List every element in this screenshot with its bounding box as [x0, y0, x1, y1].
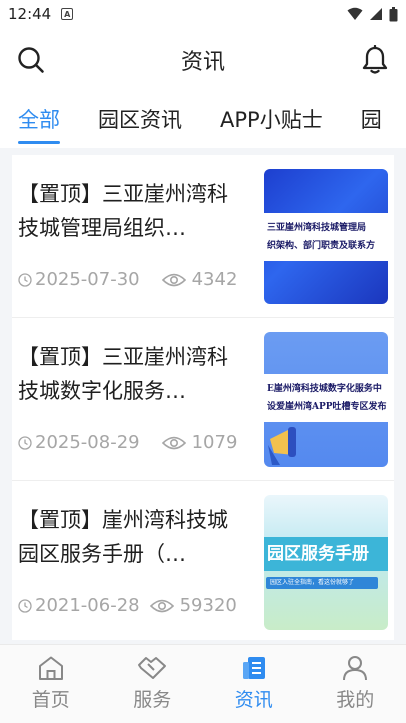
article-meta: 2021-06-28 59320: [18, 595, 237, 616]
bell-icon: [362, 45, 388, 74]
thumbnail-title: 园区服务手册: [264, 537, 388, 571]
megaphone-icon: [268, 427, 296, 465]
tab-label: 全部: [18, 108, 60, 132]
article-title: 【置顶】三亚崖州湾科技城数字化服务…: [18, 345, 228, 403]
tab-app-tips[interactable]: APP小贴士: [220, 92, 323, 148]
thumbnail-banner: E崖州湾科技城数字化服务中 设爱崖州湾APP吐槽专区发布: [264, 374, 388, 422]
search-button[interactable]: [16, 45, 46, 75]
tab-park-news[interactable]: 园区资讯: [98, 92, 182, 148]
page-title: 资讯: [180, 50, 225, 75]
nav-service[interactable]: 服务: [102, 645, 204, 723]
article-views: 1079: [161, 432, 238, 453]
home-icon: [38, 656, 63, 680]
thumbnail-text: E崖州湾科技城数字化服务中: [267, 384, 382, 394]
thumbnail-subtitle: 园区入驻全指南，看这份就够了: [266, 577, 378, 589]
article-title: 【置顶】三亚崖州湾科技城管理局组织…: [18, 182, 228, 240]
article-views: 59320: [149, 595, 237, 616]
thumbnail-text: 设爱崖州湾APP吐槽专区发布: [267, 402, 387, 412]
tab-active-indicator: [18, 141, 60, 144]
article-thumbnail: 园区服务手册 园区入驻全指南，看这份就够了: [264, 495, 388, 630]
date-text: 2021-06-28: [35, 595, 140, 616]
search-icon: [18, 47, 44, 73]
handshake-icon: [138, 657, 167, 679]
tab-park-partial[interactable]: 园: [361, 92, 382, 148]
views-text: 4342: [191, 269, 238, 290]
article-thumbnail: 三亚崖州湾科技城管理局 织架构、部门职责及联系方: [264, 169, 388, 304]
thumbnail-banner: 三亚崖州湾科技城管理局 织架构、部门职责及联系方: [264, 213, 388, 261]
nav-label: 服务: [133, 689, 172, 711]
news-icon: [242, 657, 265, 679]
article-meta: 2025-07-30 4342: [18, 269, 237, 290]
eye-icon: [161, 273, 186, 286]
nav-label: 资讯: [234, 689, 273, 711]
nav-home[interactable]: 首页: [0, 645, 102, 723]
tab-label: 园区资讯: [98, 108, 182, 132]
clock-icon: [18, 598, 32, 613]
article-meta: 2025-08-29 1079: [18, 432, 237, 453]
views-text: 1079: [191, 432, 238, 453]
status-right: [347, 6, 398, 22]
notification-button[interactable]: [360, 45, 390, 75]
tab-all[interactable]: 全部: [18, 92, 60, 148]
eye-icon: [161, 436, 186, 449]
views-text: 59320: [179, 595, 237, 616]
article-date: 2025-07-30: [18, 269, 140, 290]
top-bar: 资讯: [0, 28, 406, 92]
eye-icon: [149, 599, 174, 612]
bottom-nav: 首页 服务 资讯 我的: [0, 644, 406, 723]
date-text: 2025-08-29: [35, 432, 140, 453]
nav-label: 我的: [336, 689, 375, 711]
signal-icon: [370, 8, 382, 20]
article-item[interactable]: 【置顶】崖州湾科技城园区服务手册（… 2021-06-28 59320 园区服务…: [12, 481, 394, 640]
article-date: 2025-08-29: [18, 432, 140, 453]
article-thumbnail: E崖州湾科技城数字化服务中 设爱崖州湾APP吐槽专区发布: [264, 332, 388, 467]
a-box-icon: A: [61, 8, 74, 20]
article-item[interactable]: 【置顶】三亚崖州湾科技城数字化服务… 2025-08-29 1079 E崖州湾科…: [12, 318, 394, 481]
user-icon: [343, 656, 368, 681]
nav-news[interactable]: 资讯: [203, 645, 305, 723]
category-tabs: 全部 园区资讯 APP小贴士 园: [0, 92, 406, 148]
status-bar: 12:44 A: [0, 0, 406, 28]
article-list: 【置顶】三亚崖州湾科技城管理局组织… 2025-07-30 4342 三亚崖州湾…: [12, 155, 394, 640]
clock-icon: [18, 435, 32, 450]
wifi-icon: [347, 7, 363, 20]
status-left: 12:44 A: [8, 5, 74, 23]
article-title: 【置顶】崖州湾科技城园区服务手册（…: [18, 508, 228, 566]
thumbnail-text: 三亚崖州湾科技城管理局: [267, 223, 367, 233]
tab-label: APP小贴士: [220, 108, 323, 132]
status-time: 12:44: [8, 5, 52, 23]
thumbnail-text: 织架构、部门职责及联系方: [267, 241, 376, 251]
date-text: 2025-07-30: [35, 269, 140, 290]
article-date: 2021-06-28: [18, 595, 140, 616]
nav-mine[interactable]: 我的: [305, 645, 406, 723]
clock-icon: [18, 272, 32, 287]
battery-icon: [389, 6, 398, 21]
article-views: 4342: [161, 269, 238, 290]
article-item[interactable]: 【置顶】三亚崖州湾科技城管理局组织… 2025-07-30 4342 三亚崖州湾…: [12, 155, 394, 318]
tab-label: 园: [360, 108, 382, 132]
nav-label: 首页: [31, 689, 70, 711]
